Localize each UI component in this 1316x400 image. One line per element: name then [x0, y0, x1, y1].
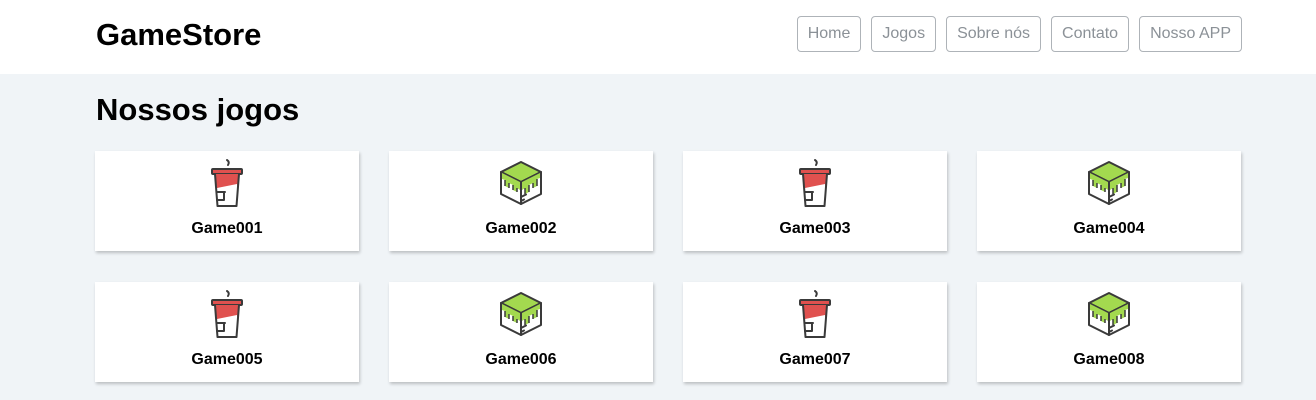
nav-home-button[interactable]: Home [796, 16, 862, 52]
main-nav: Home Jogos Sobre nós Contato Nosso APP [796, 16, 1242, 52]
soda-cup-icon [795, 158, 835, 214]
soda-cup-icon [207, 158, 247, 214]
green-cube-icon [499, 160, 539, 216]
nav-app-button[interactable]: Nosso APP [1139, 16, 1242, 52]
game-card[interactable]: Game006 [389, 282, 653, 382]
green-cube-icon [499, 291, 539, 347]
game-card[interactable]: Game003 [683, 151, 947, 251]
game-name: Game005 [191, 351, 263, 368]
page-title: Nossos jogos [96, 92, 300, 127]
game-card[interactable]: Game002 [389, 151, 653, 251]
brand-logo[interactable]: GameStore [96, 17, 261, 53]
game-name: Game006 [485, 351, 557, 368]
top-header: GameStore Home Jogos Sobre nós Contato N… [0, 0, 1316, 74]
nav-sobre-button[interactable]: Sobre nós [946, 16, 1042, 52]
game-card[interactable]: Game005 [95, 282, 359, 382]
game-name: Game003 [779, 220, 851, 237]
game-name: Game007 [779, 351, 851, 368]
nav-contato-button[interactable]: Contato [1051, 16, 1130, 52]
game-name: Game002 [485, 220, 557, 237]
green-cube-icon [1087, 291, 1127, 347]
games-grid: Game001 Game002 Game003 Game004 Game005 … [95, 151, 1243, 382]
green-cube-icon [1087, 160, 1127, 216]
game-name: Game004 [1073, 220, 1145, 237]
nav-jogos-button[interactable]: Jogos [871, 16, 937, 52]
game-card[interactable]: Game008 [977, 282, 1241, 382]
soda-cup-icon [207, 289, 247, 345]
game-name: Game008 [1073, 351, 1145, 368]
game-name: Game001 [191, 220, 263, 237]
soda-cup-icon [795, 289, 835, 345]
game-card[interactable]: Game001 [95, 151, 359, 251]
game-card[interactable]: Game004 [977, 151, 1241, 251]
game-card[interactable]: Game007 [683, 282, 947, 382]
